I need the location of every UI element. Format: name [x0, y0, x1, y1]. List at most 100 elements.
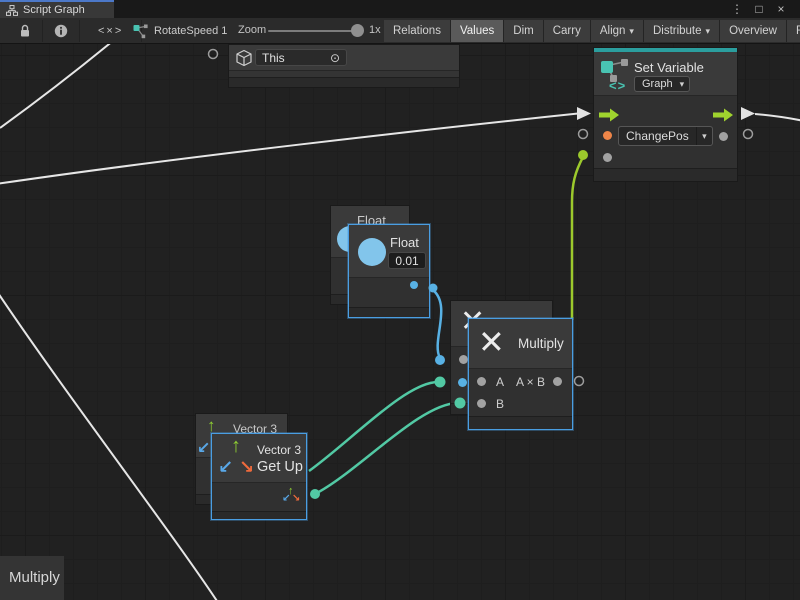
float-value-field[interactable]: 0.01: [388, 252, 426, 269]
operation-label: Get Up: [257, 459, 303, 475]
unconnected-port[interactable]: [575, 377, 584, 386]
relations-button[interactable]: Relations: [384, 20, 451, 42]
flow-wire-out-of-set-variable[interactable]: [755, 114, 800, 121]
vector3-get-up-node[interactable]: ↑ ↙ ↘ Vector 3 Get Up ↑ ↙ ↘: [211, 433, 307, 520]
target-picker-icon[interactable]: ⊙: [330, 51, 340, 65]
tab-script-graph[interactable]: Script Graph: [0, 0, 114, 18]
float-icon: [358, 238, 386, 266]
graph-breadcrumb[interactable]: RotateSpeed 1: [133, 20, 227, 42]
overview-button[interactable]: Overview: [720, 20, 787, 42]
tooltip-label: Multiply: [9, 569, 60, 586]
flow-wire-diagonal[interactable]: [0, 290, 219, 600]
flow-wire-top-left[interactable]: [0, 44, 114, 128]
vector3-footer: [212, 511, 306, 519]
zoom-label: Zoom: [238, 24, 266, 36]
unconnected-port[interactable]: [744, 130, 753, 139]
chevron-down-icon: ▾: [629, 26, 634, 37]
unconnected-port[interactable]: [209, 50, 218, 59]
arrow-sw-icon: ↙: [197, 441, 210, 457]
dim-button[interactable]: Dim: [504, 20, 543, 42]
zoom-slider-handle[interactable]: [351, 24, 364, 37]
graph-toolbar: <×> RotateSpeed 1 Zoom 1x Relations Valu…: [0, 18, 800, 44]
wire-end-teal[interactable]: [310, 489, 320, 499]
distribute-dropdown[interactable]: Distribute▾: [644, 20, 720, 42]
float-node[interactable]: Float 0.01: [348, 224, 430, 318]
zoom-slider-track[interactable]: [268, 30, 354, 32]
variable-port-orange[interactable]: [603, 131, 612, 140]
value-port-gray[interactable]: [603, 153, 612, 162]
flow-output-arrow[interactable]: [713, 108, 734, 122]
this-node[interactable]: This ⊙: [228, 44, 460, 88]
wire-end-blue[interactable]: [435, 355, 445, 365]
input-port-gray[interactable]: [459, 355, 468, 364]
variable-code-glyph: <>: [609, 78, 626, 93]
lock-button[interactable]: [8, 20, 43, 42]
carry-button[interactable]: Carry: [544, 20, 591, 42]
menu-icon[interactable]: ⋮: [726, 2, 748, 16]
window-controls: ⋮ □ ×: [726, 0, 792, 18]
graph-name: RotateSpeed 1: [154, 25, 227, 37]
node-title: Multiply: [518, 336, 564, 351]
value-wire-lime[interactable]: [572, 157, 583, 320]
info-button[interactable]: [43, 20, 80, 42]
flow-input-arrow[interactable]: [599, 108, 620, 122]
variable-scope-dropdown[interactable]: Graph ▾: [634, 76, 690, 92]
node-title: Vector 3: [257, 443, 301, 457]
toolbar-left-group: <×>: [8, 20, 142, 42]
set-variable-accent-bar: [594, 48, 737, 52]
set-variable-node[interactable]: <> Set Variable Graph ▾ ChangePos ▾: [593, 47, 738, 182]
close-icon[interactable]: ×: [770, 2, 792, 16]
node-title: Set Variable: [634, 60, 704, 75]
script-graph-icon: [6, 5, 18, 16]
arrow-se-icon: ↘: [239, 458, 254, 476]
arrow-up-icon: ↑: [207, 417, 216, 434]
output-port[interactable]: [553, 377, 562, 386]
maximize-icon[interactable]: □: [748, 2, 770, 16]
this-field-value: This: [262, 51, 330, 65]
set-variable-footer: [594, 168, 737, 181]
wire-end-lime[interactable]: [578, 150, 588, 160]
value-wire-teal-upper[interactable]: [309, 382, 438, 471]
chevron-down-icon: ▾: [706, 26, 711, 37]
cube-icon: [235, 49, 253, 67]
chevron-down-icon: ▾: [696, 127, 712, 145]
arrow-sw-icon: ↙: [218, 458, 233, 476]
value-wire-teal-lower[interactable]: [315, 403, 458, 494]
lock-icon: [19, 24, 31, 38]
fullscreen-button[interactable]: Full Screen: [787, 20, 800, 42]
this-node-footer: [229, 77, 459, 87]
this-object-field[interactable]: This ⊙: [255, 49, 347, 66]
port-b-label: B: [496, 397, 504, 411]
tab-title: Script Graph: [23, 4, 85, 16]
unity-visual-scripting-window: Script Graph ⋮ □ × <×>: [0, 0, 800, 600]
float-output-port[interactable]: [410, 281, 418, 289]
node-title: Float: [390, 235, 419, 250]
multiply-icon: ✕: [478, 326, 505, 358]
title-bar: Script Graph ⋮ □ ×: [0, 0, 800, 18]
flow-arrowhead-left: [577, 107, 591, 120]
wire-end-teal[interactable]: [435, 377, 446, 388]
info-icon: [54, 24, 68, 38]
align-dropdown[interactable]: Align▾: [591, 20, 644, 42]
output-port-gray[interactable]: [719, 132, 728, 141]
multiply-footer: [469, 416, 572, 429]
port-a-label: A: [496, 375, 504, 389]
input-port-blue[interactable]: [458, 378, 467, 387]
flow-arrowhead-right: [741, 107, 755, 120]
arrow-up-icon: ↑: [231, 436, 241, 456]
output-label: A × B: [516, 375, 545, 389]
unconnected-port[interactable]: [579, 130, 588, 139]
float-footer: [349, 307, 429, 317]
vector3-output-icon[interactable]: ↑ ↙ ↘: [282, 486, 302, 506]
flow-wire-into-set-variable[interactable]: [0, 114, 578, 185]
set-variable-icon: <>: [600, 58, 630, 92]
graph-canvas[interactable]: This ⊙ <> Set Variable Gr: [0, 44, 800, 600]
port-b[interactable]: [477, 399, 486, 408]
values-button[interactable]: Values: [451, 20, 504, 42]
port-a[interactable]: [477, 377, 486, 386]
value-wire-blue[interactable]: [433, 290, 441, 358]
multiply-tooltip: Multiply: [0, 556, 64, 600]
graph-icon: [133, 24, 148, 39]
multiply-node[interactable]: ✕ Multiply A A × B B: [468, 318, 573, 430]
variable-name-dropdown[interactable]: ChangePos ▾: [618, 126, 713, 146]
